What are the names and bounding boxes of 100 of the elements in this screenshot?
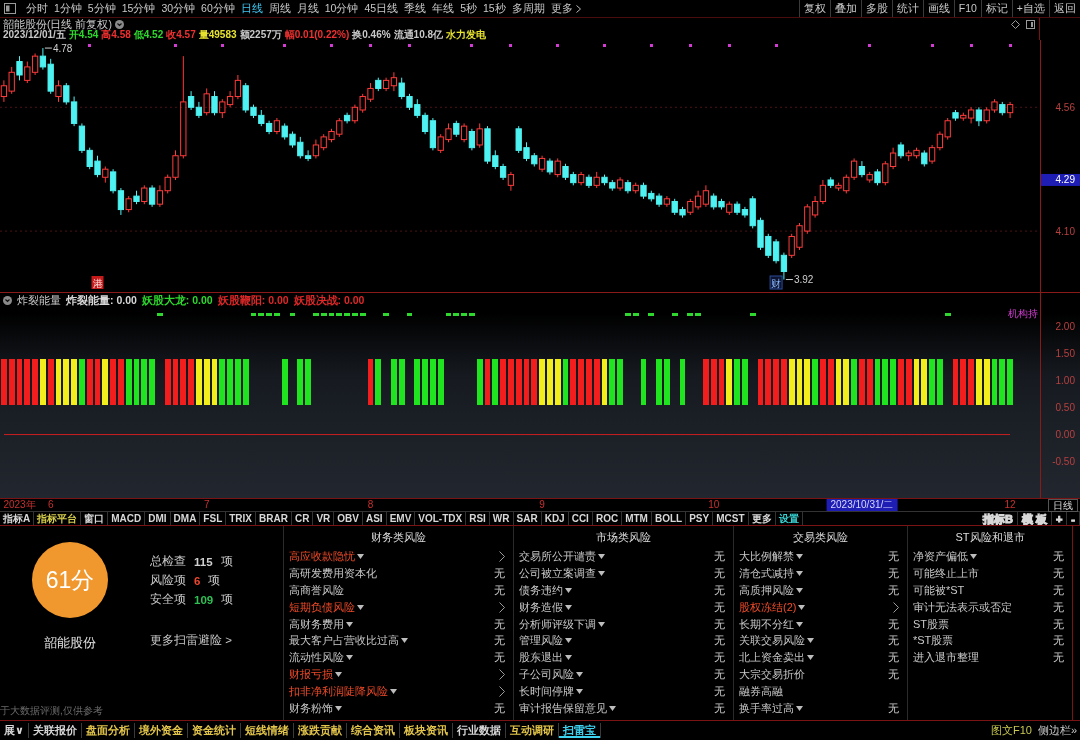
bottom-tab[interactable]: 境外资金 xyxy=(134,723,188,738)
indicator-tab[interactable]: TRIX xyxy=(226,512,257,525)
indicator-tab[interactable]: BRAR xyxy=(256,512,292,525)
risk-item[interactable]: 进入退市整理 xyxy=(913,650,979,666)
risk-item[interactable]: 关联交易风险 xyxy=(739,633,805,649)
risk-item[interactable]: 长期不分红 xyxy=(739,616,794,632)
risk-item[interactable]: 公司被立案调查 xyxy=(519,565,596,581)
indicator-tab[interactable]: EMV xyxy=(386,512,416,525)
risk-item[interactable]: 股权冻结(2) xyxy=(739,599,797,615)
indicator-tab[interactable]: 指标A xyxy=(0,512,35,525)
indicator-tab[interactable]: 窗口 xyxy=(81,512,109,525)
risk-item[interactable]: 审计无法表示或否定 xyxy=(913,599,1012,615)
period-tab[interactable]: 分时 xyxy=(23,0,51,17)
risk-item[interactable]: 审计报告保留意见 xyxy=(519,700,607,716)
indicator-tab[interactable]: MACD xyxy=(108,512,146,525)
period-tab[interactable]: 日线 xyxy=(237,0,266,17)
indicator-tab[interactable]: 更多 xyxy=(748,512,776,525)
indicator-tab[interactable]: KDJ xyxy=(541,512,569,525)
caret-down-icon[interactable] xyxy=(335,705,342,711)
bottom-tab[interactable]: 互动调研 xyxy=(505,723,559,738)
period-tab[interactable]: 月线 xyxy=(293,0,322,17)
risk-item[interactable]: 财务造假 xyxy=(519,599,563,615)
toolbar-button[interactable]: 多股 xyxy=(860,0,892,17)
caret-down-icon[interactable] xyxy=(796,621,803,627)
toolbar-button[interactable]: 画线 xyxy=(922,0,954,17)
risk-item[interactable]: 债务违约 xyxy=(519,582,563,598)
risk-item[interactable]: 高研发费用资本化 xyxy=(289,565,377,581)
bottom-tab[interactable]: 行业数据 xyxy=(452,723,506,738)
diamond-icon[interactable] xyxy=(1011,20,1020,29)
toolbar-button[interactable]: 复权 xyxy=(798,0,830,17)
bottom-tab[interactable]: 短线情绪 xyxy=(240,723,294,738)
chevron-right-icon[interactable] xyxy=(499,669,505,681)
bottom-tab[interactable]: 板块资讯 xyxy=(399,723,453,738)
toolbar-button[interactable]: 标记 xyxy=(980,0,1012,17)
chevron-right-icon[interactable] xyxy=(893,601,899,613)
chevron-right-icon[interactable] xyxy=(499,550,505,562)
caret-down-icon[interactable] xyxy=(598,621,605,627)
more-scan-link[interactable]: 更多扫雷避险 > xyxy=(150,633,234,648)
bottom-tab[interactable]: 资金统计 xyxy=(187,723,241,738)
risk-item[interactable]: 可能被*ST xyxy=(913,582,965,598)
risk-item[interactable]: 融券高融 xyxy=(739,684,783,700)
caret-down-icon[interactable] xyxy=(565,587,572,593)
bottom-tab[interactable]: 综合资讯 xyxy=(346,723,400,738)
toolbar-button[interactable]: +自选 xyxy=(1011,0,1049,17)
risk-item[interactable]: 股东退出 xyxy=(519,650,563,666)
period-tab[interactable]: 周线 xyxy=(265,0,294,17)
period-tab[interactable]: 10分钟 xyxy=(321,0,362,17)
caret-down-icon[interactable] xyxy=(796,570,803,576)
bottom-tab[interactable]: 扫雷宝 xyxy=(558,723,601,738)
caret-down-icon[interactable] xyxy=(796,587,803,593)
risk-item[interactable]: 流动性风险 xyxy=(289,650,344,666)
event-badge[interactable]: 港 xyxy=(91,276,104,289)
indicator-tab[interactable]: RSI xyxy=(466,512,490,525)
indicator-tab[interactable]: PSY xyxy=(686,512,714,525)
indicator-tab[interactable]: VOL-TDX xyxy=(415,512,467,525)
risk-item[interactable]: 可能终止上市 xyxy=(913,565,979,581)
indicator-tab[interactable]: DMI xyxy=(145,512,171,525)
caret-down-icon[interactable] xyxy=(576,689,583,695)
bottom-tab[interactable]: 展∨ xyxy=(0,723,29,738)
side-panel-button[interactable]: 侧边栏» xyxy=(1034,723,1080,738)
side-panel-button[interactable]: 图文F10 xyxy=(987,723,1035,738)
caret-down-icon[interactable] xyxy=(970,553,977,559)
indicator-tab[interactable]: OBV xyxy=(334,512,363,525)
period-tab[interactable]: 多周期 xyxy=(508,0,548,17)
indicator-tab[interactable]: MTM xyxy=(622,512,652,525)
square-icon[interactable] xyxy=(4,3,16,14)
bottom-tab[interactable]: 关联报价 xyxy=(28,723,82,738)
period-tab[interactable]: 30分钟 xyxy=(158,0,199,17)
caret-down-icon[interactable] xyxy=(598,553,605,559)
risk-item[interactable]: 交易所公开谴责 xyxy=(519,548,596,564)
indicator-tab[interactable]: CR xyxy=(291,512,314,525)
indicator-tab[interactable]: DMA xyxy=(170,512,201,525)
bottom-tab[interactable]: 涨跌贡献 xyxy=(293,723,347,738)
indicator-tab[interactable]: + xyxy=(1051,512,1068,525)
caret-down-icon[interactable] xyxy=(807,638,814,644)
indicator-tab[interactable]: - xyxy=(1067,512,1080,525)
indicator-tab[interactable]: 指标平台 xyxy=(34,512,82,525)
risk-item[interactable]: ST股票 xyxy=(913,616,950,632)
bottom-tab[interactable]: 盘面分析 xyxy=(81,723,135,738)
indicator-tab[interactable]: FSL xyxy=(200,512,227,525)
risk-item[interactable]: 换手率过高 xyxy=(739,700,794,716)
caret-down-icon[interactable] xyxy=(401,638,408,644)
indicator-tab[interactable]: CCI xyxy=(568,512,593,525)
toolbar-button[interactable]: 返回 xyxy=(1049,0,1080,17)
risk-item[interactable]: 财务粉饰 xyxy=(289,700,333,716)
chevron-right-icon[interactable] xyxy=(499,601,505,613)
caret-down-icon[interactable] xyxy=(565,638,572,644)
period-tab[interactable]: 年线 xyxy=(429,0,458,17)
caret-down-icon[interactable] xyxy=(565,655,572,661)
period-label[interactable]: 日线 xyxy=(1048,499,1078,512)
risk-item[interactable]: 清仓式减持 xyxy=(739,565,794,581)
square-icon[interactable] xyxy=(1026,20,1035,29)
period-tab[interactable]: 15秒 xyxy=(479,0,509,17)
risk-item[interactable]: 长时间停牌 xyxy=(519,684,574,700)
caret-down-icon[interactable] xyxy=(609,705,616,711)
caret-down-icon[interactable] xyxy=(796,553,803,559)
caret-down-icon[interactable] xyxy=(346,655,353,661)
risk-item[interactable]: 高应收款隐忧 xyxy=(289,548,355,564)
risk-item[interactable]: 扣非净利润陡降风险 xyxy=(289,684,388,700)
indicator-tab[interactable]: 设置 xyxy=(775,512,803,525)
